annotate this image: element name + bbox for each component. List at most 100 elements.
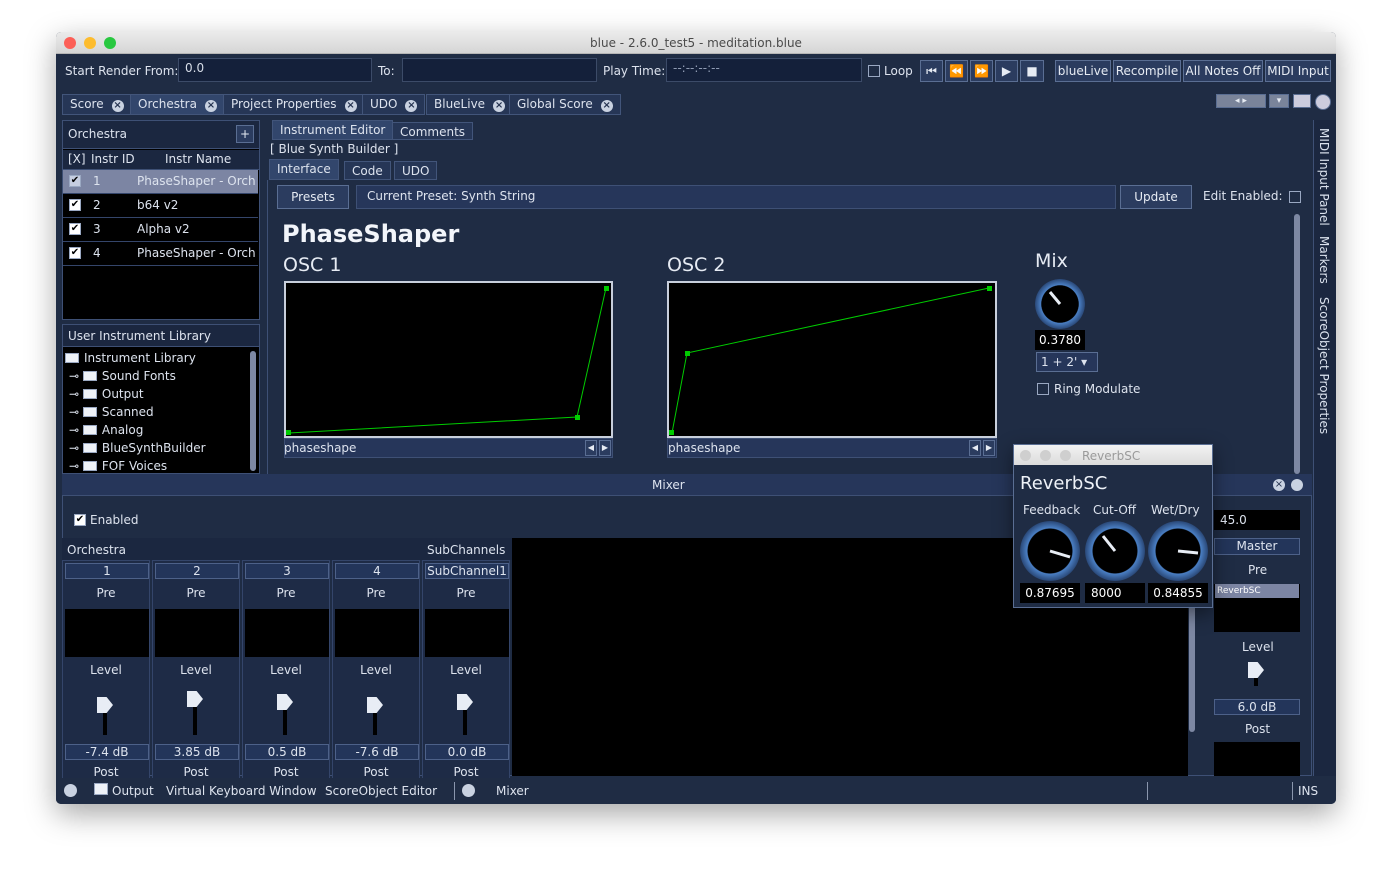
tab-udo-code[interactable]: UDO — [394, 161, 438, 180]
close-tab-icon[interactable]: × — [600, 100, 613, 112]
level-db-value[interactable]: -7.6 dB — [335, 744, 419, 760]
to-field[interactable] — [402, 58, 597, 82]
restore-icon[interactable] — [462, 784, 475, 797]
column-header-id[interactable]: Instr ID — [91, 152, 135, 166]
enabled-checkbox[interactable]: ✔ — [69, 223, 81, 235]
play-icon[interactable]: ▶ — [995, 60, 1018, 82]
level-fader-handle[interactable] — [367, 697, 383, 713]
loop-checkbox[interactable] — [868, 65, 880, 77]
level-fader-handle[interactable] — [457, 694, 473, 710]
tree-item[interactable]: ⊸ Analog — [69, 423, 143, 437]
add-instrument-button[interactable]: + — [236, 125, 254, 143]
library-scrollbar[interactable] — [250, 351, 256, 471]
virtual-keyboard-tab[interactable]: Virtual Keyboard Window — [166, 784, 317, 798]
close-window-icon[interactable] — [1020, 450, 1031, 461]
zoom-window-icon[interactable] — [1060, 450, 1071, 461]
tab-global-score[interactable]: Global Score × — [509, 94, 621, 115]
feedback-knob[interactable] — [1020, 521, 1080, 581]
scoreobject-properties-tab[interactable]: ScoreObject Properties — [1317, 297, 1331, 434]
column-header-name[interactable]: Instr Name — [165, 152, 231, 166]
curve-point[interactable] — [669, 430, 674, 435]
close-tab-icon[interactable]: × — [344, 100, 357, 112]
curve-point[interactable] — [575, 415, 580, 420]
pre-effects-box[interactable] — [245, 609, 329, 657]
prev-arrow-icon[interactable]: ◀ — [585, 440, 597, 456]
step-back-icon[interactable]: ⏪ — [945, 60, 968, 82]
pre-effects-box[interactable] — [65, 609, 149, 657]
master-value-field[interactable]: 45.0 — [1214, 510, 1300, 530]
column-header-enabled[interactable]: [X] — [68, 152, 86, 166]
tree-item[interactable]: ⊸ Output — [69, 387, 144, 401]
table-row[interactable]: ✔ 3 Alpha v2 — [63, 218, 258, 242]
enabled-checkbox[interactable]: ✔ — [69, 199, 81, 211]
level-fader-handle[interactable] — [97, 697, 113, 713]
level-fader-handle[interactable] — [187, 691, 203, 707]
tree-item[interactable]: ⊸ Sound Fonts — [69, 369, 176, 383]
prev-arrow-icon[interactable]: ◀ — [969, 440, 981, 456]
feedback-value[interactable]: 0.87695 — [1020, 583, 1080, 603]
tree-item[interactable]: ⊸ BlueSynthBuilder — [69, 441, 206, 455]
tab-bluelive[interactable]: BlueLive × — [426, 94, 514, 115]
wetdry-value[interactable]: 0.84855 — [1148, 583, 1208, 603]
osc1-graph[interactable] — [284, 281, 613, 438]
table-row[interactable]: ✔ 2 b64 v2 — [63, 194, 258, 218]
tab-project-properties[interactable]: Project Properties × — [223, 94, 365, 115]
presets-button[interactable]: Presets — [277, 185, 349, 209]
mixer-scrollbar[interactable] — [1189, 602, 1195, 732]
tab-score[interactable]: Score × — [62, 94, 132, 115]
recompile-button[interactable]: Recompile — [1113, 60, 1181, 82]
pre-effects-box[interactable] — [335, 609, 419, 657]
step-forward-icon[interactable]: ⏩ — [970, 60, 993, 82]
tab-comments[interactable]: Comments — [392, 122, 474, 140]
close-tab-icon[interactable]: × — [405, 100, 418, 112]
maximize-icon[interactable] — [1293, 94, 1311, 108]
level-fader-handle[interactable] — [277, 694, 293, 710]
close-mixer-icon[interactable]: × — [1273, 479, 1285, 491]
ring-modulate-checkbox[interactable] — [1037, 383, 1049, 395]
restore-mixer-icon[interactable] — [1291, 479, 1303, 491]
output-tab[interactable]: Output — [112, 784, 154, 798]
cutoff-knob[interactable] — [1085, 521, 1145, 581]
mix-value[interactable]: 0.3780 — [1035, 330, 1085, 350]
next-arrow-icon[interactable]: ▶ — [599, 440, 611, 456]
level-db-value[interactable]: 0.0 dB — [425, 744, 509, 760]
master-post-effects-box[interactable] — [1214, 742, 1300, 776]
curve-point[interactable] — [987, 286, 992, 291]
level-db-value[interactable]: 0.5 dB — [245, 744, 329, 760]
curve-point[interactable] — [685, 351, 690, 356]
cutoff-value[interactable]: 8000 — [1085, 583, 1145, 603]
enabled-checkbox[interactable]: ✔ — [69, 247, 81, 259]
rewind-icon[interactable]: ⏮ — [920, 60, 943, 82]
edit-enabled-checkbox[interactable] — [1289, 191, 1301, 203]
table-row[interactable]: ✔ 1 PhaseShaper - Orch — [63, 170, 258, 194]
midi-input-panel-tab[interactable]: MIDI Input Panel — [1317, 128, 1331, 226]
tab-list-icon[interactable]: ▾ — [1269, 94, 1289, 108]
close-tab-icon[interactable]: × — [204, 100, 217, 112]
tree-root[interactable]: Instrument Library — [65, 351, 196, 365]
level-db-value[interactable]: -7.4 dB — [65, 744, 149, 760]
minimize-window-icon[interactable] — [1040, 450, 1051, 461]
bluelive-button[interactable]: blueLive — [1055, 60, 1111, 82]
pre-effects-box[interactable] — [155, 609, 239, 657]
mix-knob[interactable] — [1035, 279, 1085, 329]
start-render-field[interactable]: 0.0 — [178, 58, 372, 82]
tab-instrument-editor[interactable]: Instrument Editor — [272, 120, 394, 140]
tab-udo[interactable]: UDO × — [362, 94, 426, 115]
mix-select[interactable]: 1 + 2' ▾ — [1036, 352, 1098, 372]
level-db-value[interactable]: 3.85 dB — [155, 744, 239, 760]
midi-input-button[interactable]: MIDI Input — [1265, 60, 1331, 82]
curve-point[interactable] — [286, 430, 291, 435]
stop-icon[interactable]: ■ — [1020, 60, 1044, 82]
interface-scrollbar[interactable] — [1294, 214, 1300, 474]
master-effect-reverbsc[interactable]: ReverbSC — [1215, 584, 1299, 598]
master-db-value[interactable]: 6.0 dB — [1214, 699, 1300, 715]
pre-effects-box[interactable] — [425, 609, 509, 657]
tab-interface[interactable]: Interface — [269, 159, 339, 180]
close-tab-icon[interactable]: × — [111, 100, 124, 112]
osc2-graph[interactable] — [667, 281, 997, 438]
wetdry-knob[interactable] — [1148, 521, 1208, 581]
curve-point[interactable] — [604, 286, 609, 291]
mixer-tab[interactable]: Mixer — [496, 784, 529, 798]
markers-tab[interactable]: Markers — [1317, 236, 1331, 284]
update-button[interactable]: Update — [1120, 185, 1192, 209]
